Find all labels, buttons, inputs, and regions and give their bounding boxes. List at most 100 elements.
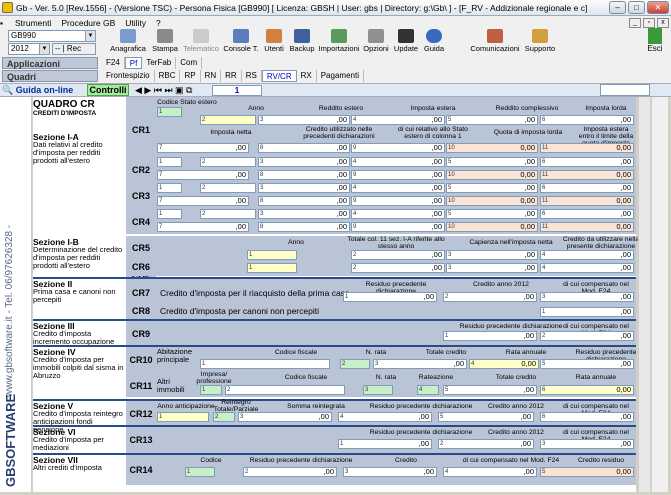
mdi-minimize-button[interactable]: _ <box>629 17 641 28</box>
cr4-anno-field[interactable]: 2 <box>200 209 256 219</box>
tab-rn[interactable]: RN <box>201 70 222 82</box>
cr2-imposta-lorda-field[interactable]: 6,00 <box>540 157 634 167</box>
model-select[interactable]: GB990 ▼ <box>8 30 96 42</box>
anagrafica-button[interactable]: Anagrafica <box>108 29 148 57</box>
applicazioni-group[interactable]: Applicazioni <box>2 57 98 69</box>
cr7-compensato-field[interactable]: 3,00 <box>540 292 634 302</box>
cr13-residuo-field[interactable]: 1,00 <box>338 439 432 449</box>
cr4-reddito-complessivo-field[interactable]: 5,00 <box>446 209 538 219</box>
menu-procedure[interactable]: Procedure GB <box>56 18 120 28</box>
tab-rx[interactable]: RX <box>297 70 317 82</box>
cr14-residuo-field[interactable]: 2,00 <box>243 467 337 477</box>
tab-rr[interactable]: RR <box>221 70 242 82</box>
cr6-credito-field[interactable]: 4,00 <box>540 263 634 273</box>
cr10-rata-field[interactable]: 2 <box>340 359 370 369</box>
cr3-anno-field[interactable]: 2 <box>200 183 256 193</box>
cr14-codice-field[interactable]: 1 <box>185 467 215 477</box>
menu-help[interactable]: ? <box>151 18 166 28</box>
mdi-restore-button[interactable]: ▫ <box>643 17 655 28</box>
cr3-di-cui-field[interactable]: 9,00 <box>351 196 445 206</box>
cr12-anno-field[interactable]: 1 <box>157 412 209 422</box>
cr1-anno-field[interactable]: 2 <box>200 115 256 125</box>
cr4-reddito-estero-field[interactable]: 3,00 <box>258 209 350 219</box>
cr3-credito-utilizzato-field[interactable]: 8,00 <box>258 196 350 206</box>
importazioni-button[interactable]: Importazioni <box>318 29 360 57</box>
stampa-button[interactable]: Stampa <box>150 29 180 57</box>
telematico-button[interactable]: Telematico <box>182 29 220 57</box>
cr1-imposta-lorda-field[interactable]: 6,00 <box>540 115 634 125</box>
cr14-compensato-field[interactable]: 4,00 <box>443 467 537 477</box>
zoom-select[interactable] <box>600 84 650 96</box>
cr1-reddito-estero-field[interactable]: 3,00 <box>258 115 350 125</box>
tab-pagamenti[interactable]: Pagamenti <box>317 70 364 82</box>
cr2-anno-field[interactable]: 2 <box>200 157 256 167</box>
cr12-somma-field[interactable]: 3,00 <box>238 412 332 422</box>
cr7-residuo-field[interactable]: 1,00 <box>343 292 437 302</box>
cr12-residuo-field[interactable]: 4,00 <box>338 412 432 422</box>
cr12-compensato-field[interactable]: 6,00 <box>540 412 634 422</box>
cr4-di-cui-field[interactable]: 9,00 <box>351 222 445 232</box>
maximize-button[interactable]: □ <box>628 1 645 14</box>
cr4-imposta-netta-field[interactable]: 7,00 <box>157 222 249 232</box>
tab-frontespizio[interactable]: Frontespizio <box>102 70 155 82</box>
cr11-totale-field[interactable]: 5,00 <box>443 385 537 395</box>
cr7-credito-field[interactable]: 2,00 <box>443 292 537 302</box>
cr1-reddito-complessivo-field[interactable]: 5,00 <box>446 115 538 125</box>
cr3-stato-field[interactable]: 1 <box>157 183 182 193</box>
cr1-imposta-netta-field[interactable]: 7,00 <box>157 143 249 153</box>
cr12-reintegro-field[interactable]: 2 <box>213 412 235 422</box>
cr3-reddito-complessivo-field[interactable]: 5,00 <box>446 183 538 193</box>
cr3-imposta-limite-field[interactable]: 11 0,00 <box>540 196 634 206</box>
cr9-residuo-field[interactable]: 1,00 <box>443 331 537 341</box>
cr11-rata-field[interactable]: 3 <box>363 385 393 395</box>
cr3-imposta-estera-field[interactable]: 4,00 <box>351 183 445 193</box>
cr1-credito-utilizzato-field[interactable]: 8,00 <box>258 143 350 153</box>
cr10-totale-field[interactable]: 3,00 <box>373 359 467 369</box>
cr4-imposta-lorda-field[interactable]: 6,00 <box>540 209 634 219</box>
opzioni-button[interactable]: Opzioni <box>362 29 390 57</box>
page-number[interactable]: 1 <box>212 85 262 96</box>
cr6-capienza-field[interactable]: 3,00 <box>446 263 538 273</box>
quadri-group[interactable]: Quadri <box>2 70 98 82</box>
esci-button[interactable]: Esci <box>640 28 670 58</box>
cr1-imposta-limite-field[interactable]: 11 0,00 <box>540 143 634 153</box>
cr1-di-cui-field[interactable]: 9,00 <box>351 143 445 153</box>
menu-utility[interactable]: Utility <box>120 18 151 28</box>
tab-terfab[interactable]: TerFab <box>142 57 177 69</box>
menu-strumenti[interactable]: Strumenti <box>10 18 56 28</box>
cr2-imposta-limite-field[interactable]: 11 0,00 <box>540 170 634 180</box>
cr11-impresa-field[interactable]: 1 <box>200 385 222 395</box>
cr3-imposta-netta-field[interactable]: 7,00 <box>157 196 249 206</box>
console-button[interactable]: Console T. <box>222 29 260 57</box>
cr1-quota-field[interactable]: 10 0,00 <box>446 143 538 153</box>
tab-rbc[interactable]: RBC <box>155 70 181 82</box>
cr8-compensato-field[interactable]: 1,00 <box>540 307 634 317</box>
cr5-capienza-field[interactable]: 3,00 <box>446 250 538 260</box>
cr4-imposta-estera-field[interactable]: 4,00 <box>351 209 445 219</box>
cr6-totale-field[interactable]: 2,00 <box>351 263 445 273</box>
cr5-credito-field[interactable]: 4,00 <box>540 250 634 260</box>
supporto-button[interactable]: Supporto <box>522 29 558 57</box>
tab-f24[interactable]: F24 <box>102 57 125 69</box>
cr2-reddito-estero-field[interactable]: 3,00 <box>258 157 350 167</box>
cr3-reddito-estero-field[interactable]: 3,00 <box>258 183 350 193</box>
guida-button[interactable]: Guida <box>422 29 446 57</box>
minimize-button[interactable]: – <box>609 1 626 14</box>
record-field[interactable]: -- | Rec <box>52 43 96 55</box>
cr1-imposta-estera-field[interactable]: 4,00 <box>351 115 445 125</box>
cr4-imposta-limite-field[interactable]: 11 0,00 <box>540 222 634 232</box>
form-scrollbar[interactable] <box>638 97 650 492</box>
cr2-imposta-estera-field[interactable]: 4,00 <box>351 157 445 167</box>
cr2-reddito-complessivo-field[interactable]: 5,00 <box>446 157 538 167</box>
tab-rp[interactable]: RP <box>180 70 201 82</box>
cr3-imposta-lorda-field[interactable]: 6,00 <box>540 183 634 193</box>
cr5-anno-field[interactable]: 1 <box>247 250 297 260</box>
cr6-anno-field[interactable]: 1 <box>247 263 297 273</box>
guida-online-link[interactable]: 🔍 Guida on-line <box>2 85 73 96</box>
controlli-button[interactable]: Controlli <box>87 84 129 96</box>
utenti-button[interactable]: Utenti <box>262 29 286 57</box>
close-button[interactable]: ✕ <box>647 1 669 14</box>
cr2-di-cui-field[interactable]: 9,00 <box>351 170 445 180</box>
comunicazioni-button[interactable]: Comunicazioni <box>470 29 520 57</box>
cr14-credito-field[interactable]: 3,00 <box>343 467 437 477</box>
